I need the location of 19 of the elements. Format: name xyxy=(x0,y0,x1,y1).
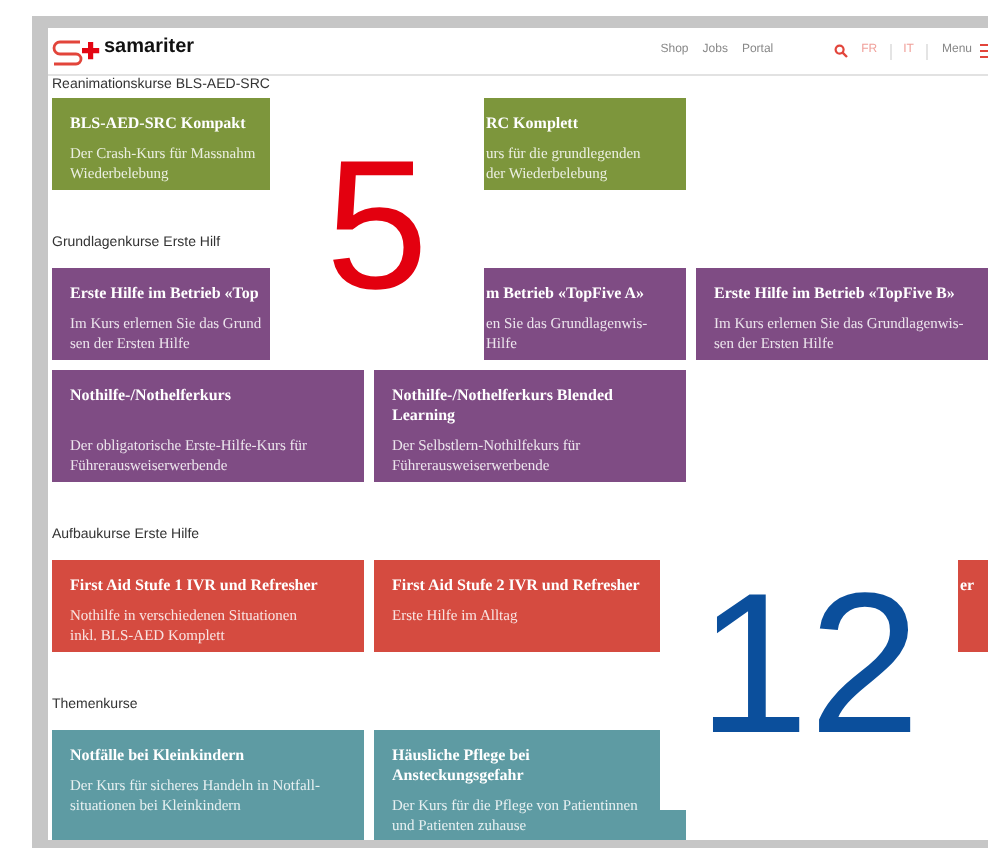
logo-wordmark[interactable]: samariter xyxy=(104,37,195,57)
card-title: Nothilfe-/Nothelferkurs Blended Learning xyxy=(392,386,615,426)
card-title: Häusliche Pflege bei Ansteckungsgefahr xyxy=(392,746,532,786)
card-title: Erste Hilfe im Betrieb «Top xyxy=(70,284,261,304)
card-title: First Aid Stufe 1 IVR und Refresher xyxy=(70,576,320,596)
callout-number: 12 xyxy=(697,563,921,763)
menu-icon[interactable] xyxy=(980,43,988,59)
card-title: BLS-AED-SRC Kompakt xyxy=(70,114,248,134)
logo-icon xyxy=(52,37,102,65)
card-title: Erste Hilfe im Betrieb «TopFive B» xyxy=(714,284,957,304)
card-title: Nothilfe-/Nothelferkurs xyxy=(70,386,233,406)
card-title: First Aid Stufe 2 IVR und Refresher xyxy=(392,576,642,596)
card-title: Notfälle bei Kleinkindern xyxy=(70,746,247,766)
card-title: m Betrieb «TopFive A» xyxy=(486,284,647,304)
course-card[interactable]: er xyxy=(958,560,988,652)
card-title: RC Komplett xyxy=(486,114,580,134)
callout-number: 5 xyxy=(325,133,429,317)
search-icon[interactable] xyxy=(833,44,848,58)
card-title: er xyxy=(960,576,977,596)
